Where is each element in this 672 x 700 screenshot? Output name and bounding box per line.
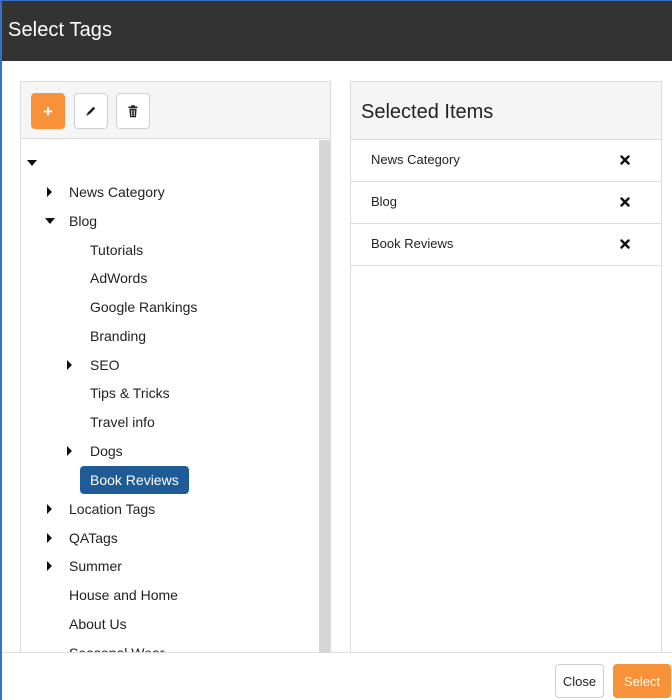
modal-footer: Close Select bbox=[2, 653, 672, 700]
trash-icon bbox=[128, 104, 138, 117]
tree-node-seo[interactable]: SEO bbox=[21, 351, 301, 379]
caret-right-icon[interactable] bbox=[67, 360, 72, 370]
tree-node-label: Location Tags bbox=[69, 501, 156, 517]
tree-node-label-selected: Book Reviews bbox=[80, 466, 189, 494]
caret-right-icon[interactable] bbox=[47, 504, 52, 514]
tree-node-label: Dogs bbox=[90, 443, 123, 459]
caret-down-icon[interactable] bbox=[45, 218, 55, 224]
selected-item: Blog bbox=[351, 182, 661, 224]
tree-node-adwords[interactable]: AdWords bbox=[21, 264, 301, 292]
tree-node-summer[interactable]: Summer bbox=[21, 552, 301, 580]
selected-item: Book Reviews bbox=[351, 224, 661, 266]
tree-node-travel-info[interactable]: Travel info bbox=[21, 408, 301, 436]
modal-title: Select Tags bbox=[8, 19, 113, 41]
tree-node-label: Branding bbox=[90, 328, 147, 344]
select-tags-modal: Select Tags + News Category Blog Tutoria… bbox=[0, 0, 672, 700]
tree-node-seasonal-wear[interactable]: Seasonal Wear bbox=[21, 639, 301, 653]
tree-node-label: About Us bbox=[69, 616, 127, 632]
tree-node-label: QATags bbox=[69, 530, 118, 546]
tree-scrollbar[interactable] bbox=[319, 140, 330, 653]
add-tag-button[interactable]: + bbox=[31, 93, 65, 129]
tree-toolbar: + bbox=[21, 82, 330, 139]
selected-items-panel: Selected Items News Category Blog Book R… bbox=[350, 81, 662, 653]
selected-items-header: Selected Items bbox=[351, 82, 661, 140]
selected-item-label: Blog bbox=[371, 194, 398, 209]
selected-item-label: Book Reviews bbox=[371, 236, 454, 251]
edit-tag-button[interactable] bbox=[74, 93, 108, 129]
tree-node-branding[interactable]: Branding bbox=[21, 322, 301, 350]
tree-node-news-category[interactable]: News Category bbox=[21, 178, 301, 206]
caret-right-icon[interactable] bbox=[47, 561, 52, 571]
tree-node-label: Summer bbox=[69, 558, 122, 574]
tree-node-tutorials[interactable]: Tutorials bbox=[21, 236, 301, 264]
selected-item: News Category bbox=[351, 140, 661, 182]
caret-right-icon[interactable] bbox=[67, 446, 72, 456]
pencil-icon bbox=[86, 106, 96, 116]
tree-node-label: SEO bbox=[90, 357, 120, 373]
tree-node-book-reviews[interactable]: Book Reviews bbox=[80, 466, 189, 494]
close-x-icon[interactable] bbox=[617, 152, 633, 168]
tree-node-label: House and Home bbox=[69, 587, 178, 603]
tree-node-house-and-home[interactable]: House and Home bbox=[21, 581, 301, 609]
select-button[interactable]: Select bbox=[613, 664, 671, 698]
tree-node-label: Tips & Tricks bbox=[90, 385, 170, 401]
tree-node-label: Google Rankings bbox=[90, 299, 198, 315]
tree-node-google-rankings[interactable]: Google Rankings bbox=[21, 293, 301, 321]
tag-tree: News Category Blog Tutorials AdWords Goo… bbox=[21, 140, 330, 653]
close-x-icon[interactable] bbox=[617, 236, 633, 252]
tag-tree-panel: + News Category Blog Tutorials AdWords G… bbox=[20, 81, 331, 653]
tree-node-label: Travel info bbox=[90, 414, 155, 430]
tree-node-label: Tutorials bbox=[90, 242, 144, 258]
plus-icon: + bbox=[43, 101, 53, 121]
close-x-icon[interactable] bbox=[617, 194, 633, 210]
caret-right-icon[interactable] bbox=[47, 533, 52, 543]
caret-down-icon[interactable] bbox=[27, 160, 37, 166]
selected-item-label: News Category bbox=[371, 152, 460, 167]
close-button[interactable]: Close bbox=[555, 664, 604, 698]
tree-node-label: News Category bbox=[69, 184, 165, 200]
tree-node-blog[interactable]: Blog bbox=[21, 207, 301, 235]
modal-header: Select Tags bbox=[2, 1, 672, 61]
selected-items-title: Selected Items bbox=[361, 101, 494, 123]
tree-node-about-us[interactable]: About Us bbox=[21, 610, 301, 638]
tree-node-root[interactable] bbox=[21, 149, 301, 177]
tree-node-dogs[interactable]: Dogs bbox=[21, 437, 301, 465]
tree-node-label: AdWords bbox=[90, 270, 148, 286]
tree-node-qatags[interactable]: QATags bbox=[21, 524, 301, 552]
tree-node-label: Blog bbox=[69, 213, 98, 229]
tree-node-location-tags[interactable]: Location Tags bbox=[21, 495, 301, 523]
caret-right-icon[interactable] bbox=[47, 187, 52, 197]
tree-node-tips-tricks[interactable]: Tips & Tricks bbox=[21, 379, 301, 407]
delete-tag-button[interactable] bbox=[116, 93, 150, 129]
